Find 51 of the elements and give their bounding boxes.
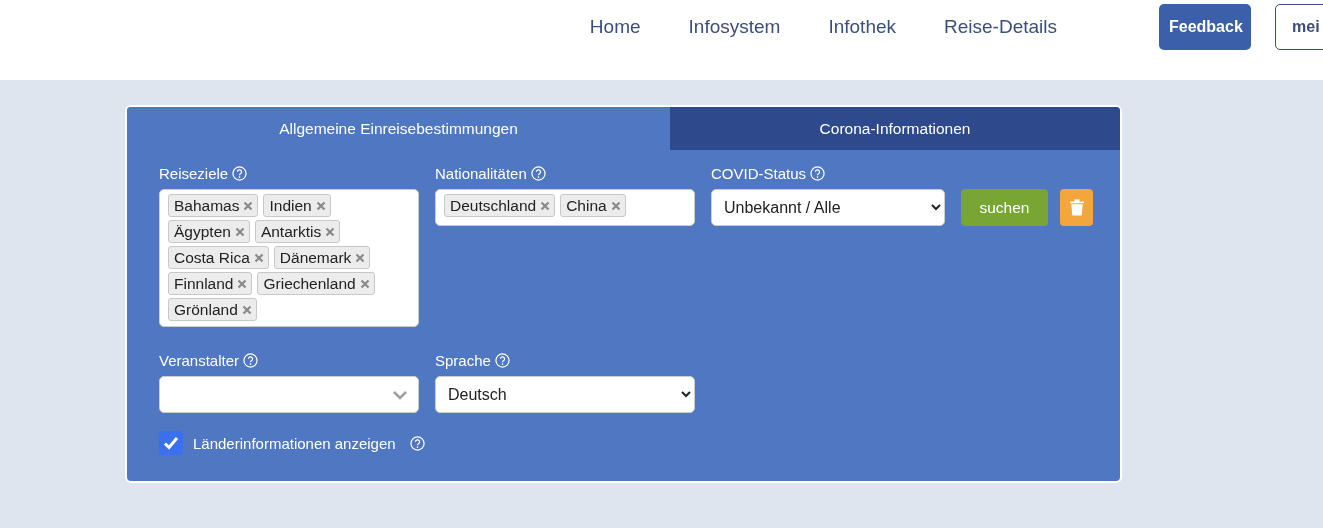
field-label: COVID-Status: [711, 164, 807, 182]
help-icon[interactable]: [243, 352, 259, 368]
remove-icon[interactable]: [355, 252, 366, 263]
nav-link[interactable]: Infothek: [804, 16, 920, 38]
remove-icon[interactable]: [237, 278, 248, 289]
check-icon: [163, 436, 179, 450]
select-field[interactable]: Deutsch: [435, 376, 695, 413]
help-icon[interactable]: [232, 165, 248, 181]
feedback-button[interactable]: Feedback: [1159, 3, 1251, 50]
remove-icon[interactable]: [315, 200, 326, 211]
nav-link[interactable]: Home: [565, 16, 665, 38]
trash-icon: [1069, 199, 1084, 216]
remove-icon[interactable]: [359, 278, 370, 289]
tab[interactable]: Corona-Informationen: [670, 107, 1120, 150]
tag-label: Costa Rica: [174, 248, 250, 267]
field-label: Veranstalter: [159, 351, 240, 369]
tag-label: Deutschland: [450, 196, 537, 215]
remove-icon[interactable]: [325, 226, 336, 237]
tag-label: Bahamas: [174, 196, 240, 215]
field-label: Nationalitäten: [435, 164, 527, 182]
tag-label: Dänemark: [279, 248, 352, 267]
checkbox[interactable]: [159, 431, 183, 455]
remove-icon[interactable]: [540, 200, 551, 211]
tag-label: Indien: [269, 196, 312, 215]
remove-icon[interactable]: [253, 252, 264, 263]
checkbox-label: Länderinformationen anzeigen: [193, 434, 396, 452]
remove-icon[interactable]: [234, 226, 245, 237]
remove-icon[interactable]: [243, 200, 254, 211]
tag-input-field[interactable]: Bahamas Indien Ägypten Antarktis Costa Rica Dänemark Finnland Griechenland Grönland: [159, 189, 419, 327]
help-icon[interactable]: [494, 352, 510, 368]
nav-link[interactable]: Infosystem: [664, 16, 805, 38]
delete-button[interactable]: [1060, 189, 1093, 226]
tag-label: Ägypten: [174, 222, 231, 241]
tag-label: Griechenland: [263, 274, 356, 293]
tag-label: Finnland: [174, 274, 234, 293]
help-icon[interactable]: [409, 435, 425, 451]
tag-label: Antarktis: [260, 222, 322, 241]
help-icon[interactable]: [530, 165, 546, 181]
field-label: Sprache: [435, 351, 491, 369]
tag-label: China: [566, 196, 607, 215]
field-label: Reiseziele: [159, 164, 229, 182]
remove-icon[interactable]: [610, 200, 621, 211]
select-field[interactable]: Unbekannt / Alle: [711, 189, 945, 226]
account-button[interactable]: mei: [1275, 3, 1323, 50]
help-icon[interactable]: [810, 165, 826, 181]
tag-input-field[interactable]: Deutschland China: [435, 189, 695, 226]
nav-link[interactable]: Reise-Details: [920, 16, 1081, 38]
tag-label: Grönland: [174, 300, 238, 319]
remove-icon[interactable]: [241, 304, 252, 315]
combo-field[interactable]: [159, 376, 419, 413]
chevron-down-icon: [392, 389, 408, 400]
